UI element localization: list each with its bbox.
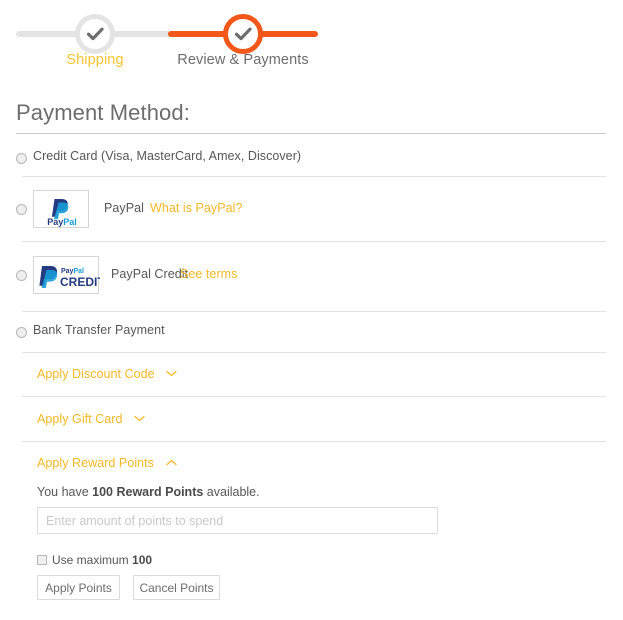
apply-discount-code-label: Apply Discount Code <box>37 367 155 381</box>
radio-credit-card[interactable] <box>16 153 27 164</box>
divider-after-paypal <box>22 241 606 242</box>
use-maximum-points-row[interactable]: Use maximum 100 <box>37 553 152 567</box>
apply-gift-card-toggle[interactable]: Apply Gift Card <box>37 412 145 426</box>
chevron-down-icon <box>134 415 145 422</box>
payment-option-credit-card-label: Credit Card (Visa, MasterCard, Amex, Dis… <box>33 149 302 163</box>
check-icon <box>234 27 252 41</box>
what-is-paypal-link[interactable]: What is PayPal? <box>150 201 242 215</box>
reward-available-suffix: available. <box>203 485 260 499</box>
reward-available-amount: 100 Reward Points <box>92 485 204 499</box>
check-icon <box>86 27 104 41</box>
apply-reward-points-toggle[interactable]: Apply Reward Points <box>37 456 177 470</box>
reward-points-input[interactable] <box>37 507 438 534</box>
divider-after-gift-card <box>22 441 606 442</box>
divider-after-credit-card <box>22 176 606 177</box>
paypal-wordmark-pal: Pal <box>63 217 77 227</box>
progress-label-review-payments: Review & Payments <box>177 52 309 68</box>
progress-step-shipping[interactable] <box>75 14 115 54</box>
divider-after-discount-code <box>22 396 606 397</box>
apply-gift-card-label: Apply Gift Card <box>37 412 123 426</box>
page-title: Payment Method: <box>16 100 190 125</box>
chevron-up-icon <box>165 459 177 466</box>
paypal-credit-credit-text: CREDIT <box>60 275 100 289</box>
cancel-points-button[interactable]: Cancel Points <box>133 575 220 600</box>
paypal-wordmark-pay: PayPal <box>47 217 77 227</box>
apply-discount-code-toggle[interactable]: Apply Discount Code <box>37 367 177 381</box>
divider-after-bank-transfer <box>22 352 606 353</box>
paypal-credit-logo: PayPal CREDIT <box>33 256 105 294</box>
use-maximum-checkbox[interactable] <box>37 555 47 565</box>
payment-option-credit-card[interactable]: Credit Card (Visa, MasterCard, Amex, Dis… <box>16 148 606 170</box>
paypal-credit-logo-mark: PayPal CREDIT <box>39 266 105 289</box>
paypal-credit-wordmark: PayPal <box>61 268 84 275</box>
payment-option-bank-transfer[interactable]: Bank Transfer Payment <box>16 322 606 344</box>
radio-bank-transfer[interactable] <box>16 327 27 338</box>
chevron-down-icon <box>166 370 177 377</box>
radio-paypal[interactable] <box>16 204 27 215</box>
apply-reward-points-label: Apply Reward Points <box>37 456 154 470</box>
paypal-logo: PayPal <box>33 190 89 228</box>
radio-paypal-credit[interactable] <box>16 270 27 281</box>
checkout-progress-bar: Shipping Review & Payments <box>0 0 623 88</box>
reward-points-available-text: You have 100 Reward Points available. <box>37 485 260 499</box>
payment-option-paypal-label: PayPal <box>104 201 144 215</box>
progress-step-review-payments[interactable] <box>223 14 263 54</box>
divider-after-paypal-credit <box>22 311 606 312</box>
payment-option-paypal-credit[interactable]: PayPal CREDIT PayPal Credit See terms <box>16 256 606 296</box>
payment-option-bank-transfer-label: Bank Transfer Payment <box>33 323 165 337</box>
paypal-logo-mark: PayPal <box>47 199 77 227</box>
reward-available-prefix: You have <box>37 485 93 499</box>
title-divider <box>16 133 606 134</box>
payment-option-paypal[interactable]: PayPal PayPal What is PayPal? <box>16 190 606 230</box>
payment-option-paypal-credit-label: PayPal Credit <box>111 267 189 281</box>
use-maximum-amount: 100 <box>132 553 153 567</box>
apply-points-button[interactable]: Apply Points <box>37 575 120 600</box>
use-maximum-prefix: Use maximum <box>52 553 133 567</box>
see-terms-link[interactable]: See terms <box>180 267 237 281</box>
